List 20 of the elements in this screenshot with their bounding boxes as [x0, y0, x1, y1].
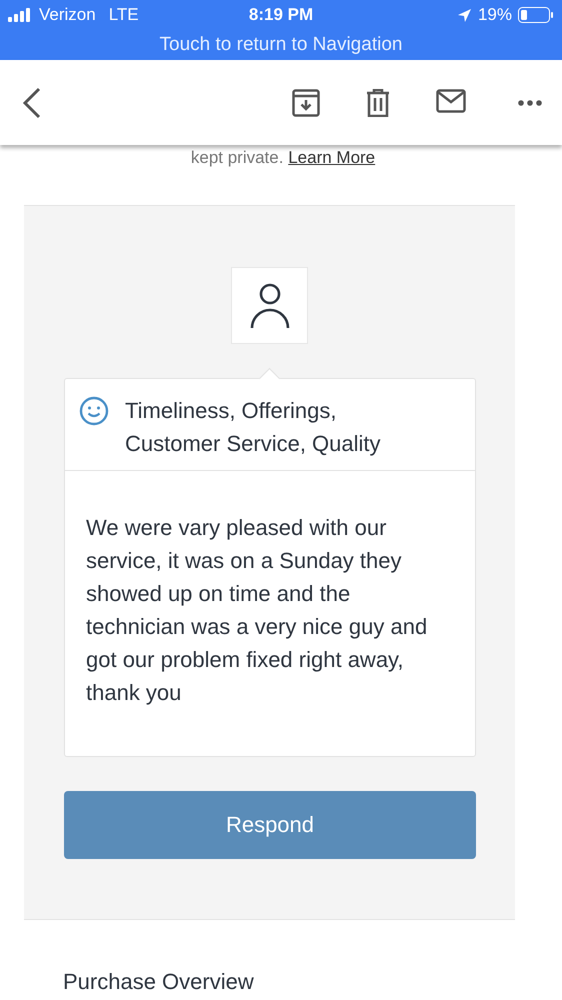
carrier-name: Verizon — [39, 5, 96, 25]
location-arrow-icon — [456, 8, 472, 22]
review-comment: We were vary pleased with our service, it was on a Sunday they showed up on time and the technician was a very nice guy and got our problem fixed right away, thank you — [86, 515, 428, 705]
review-topics: Timeliness, Offerings, Customer Service, Quality — [125, 397, 382, 458]
smiley-icon — [79, 396, 109, 426]
person-icon — [250, 282, 290, 328]
network-type: LTE — [108, 5, 139, 25]
more-icon[interactable] — [518, 100, 542, 106]
return-to-navigation-banner[interactable]: Touch to return to Navigation — [160, 34, 402, 56]
learn-more-link[interactable]: Learn More — [288, 148, 376, 167]
battery-percentage: 19% — [478, 5, 512, 25]
respond-button[interactable]: Respond — [64, 791, 476, 859]
battery-icon — [518, 7, 554, 23]
clock-time: 8:19 PM — [248, 5, 314, 24]
archive-icon[interactable] — [292, 88, 320, 116]
mail-icon[interactable] — [436, 88, 466, 112]
privacy-note: kept private. — [190, 148, 284, 167]
trash-icon[interactable] — [366, 88, 390, 116]
section-heading: Purchase Overview — [63, 969, 254, 994]
back-icon[interactable] — [22, 86, 42, 118]
